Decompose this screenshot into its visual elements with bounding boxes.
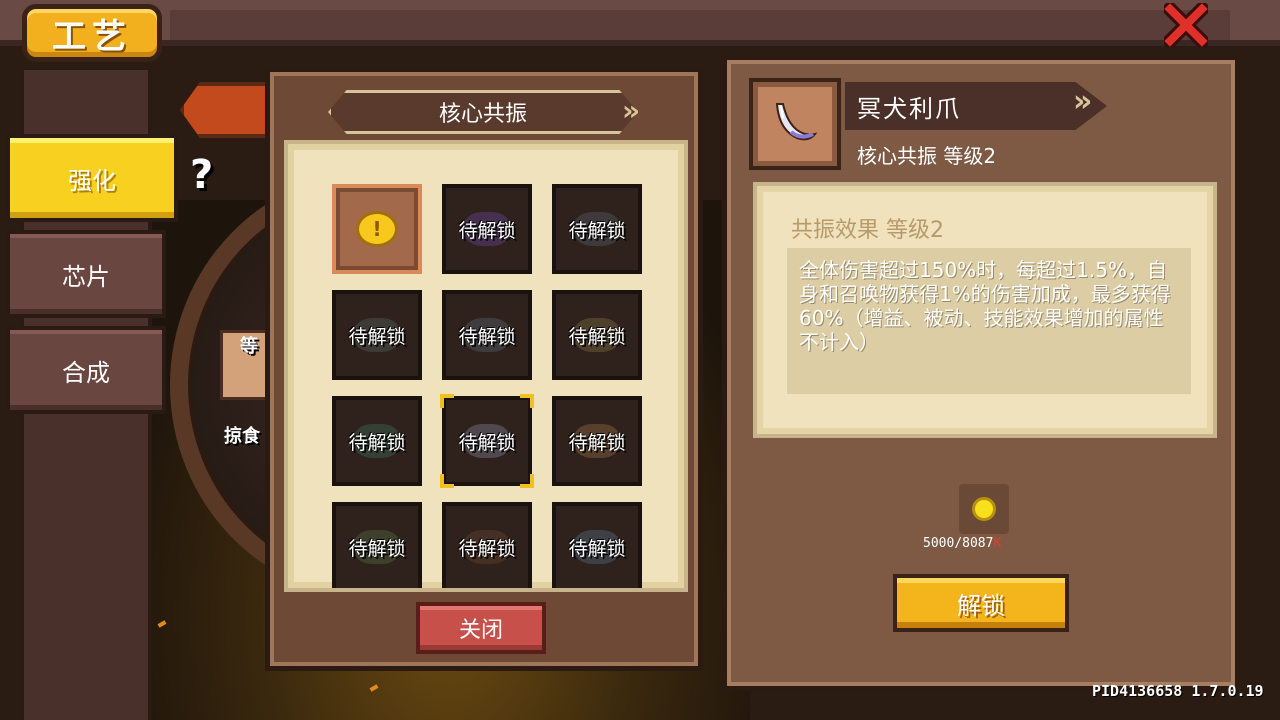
resonance-slot[interactable]: 待解锁 bbox=[332, 290, 422, 380]
cost-current: 5000 bbox=[923, 536, 955, 551]
resonance-slot[interactable]: 待解锁 bbox=[552, 396, 642, 486]
slot-lock-label: 待解锁 bbox=[458, 219, 516, 242]
resonance-slot[interactable]: ! bbox=[332, 184, 422, 274]
slot-lock-label: 待解锁 bbox=[568, 431, 626, 454]
background-card-level-label: 等 bbox=[240, 336, 258, 357]
resonance-slot[interactable]: 待解锁 bbox=[332, 396, 422, 486]
effect-description: 全体伤害超过150%时，每超过1.5%，自身和召唤物获得1%的伤害加成，最多获得… bbox=[799, 258, 1171, 354]
slot-lock-label: 待解锁 bbox=[348, 431, 406, 454]
gold-coin-icon bbox=[972, 497, 996, 521]
header-right-chevron-icon: » bbox=[622, 94, 641, 127]
item-icon-frame bbox=[749, 78, 841, 170]
effect-title: 共振效果 等级2 bbox=[791, 218, 944, 243]
resonance-slot[interactable]: 待解锁 bbox=[552, 184, 642, 274]
item-name-text: 冥犬利爪 bbox=[857, 94, 961, 123]
item-detail-panel: 冥犬利爪 » 核心共振 等级2 共振效果 等级2 全体伤害超过150%时，每超过… bbox=[722, 55, 1240, 691]
tab-chip-label: 芯片 bbox=[62, 262, 110, 291]
slot-lock-label: 待解锁 bbox=[568, 325, 626, 348]
top-bar-inner bbox=[170, 10, 1230, 40]
tab-enhance-label: 强化 bbox=[68, 166, 116, 195]
slot-lock-label: 待解锁 bbox=[458, 325, 516, 348]
slot-lock-label: 待解锁 bbox=[458, 537, 516, 560]
slot-lock-label: 待解锁 bbox=[458, 431, 516, 454]
item-name: 冥犬利爪 bbox=[845, 82, 1107, 130]
help-icon[interactable]: ? bbox=[190, 152, 213, 198]
resonance-slot[interactable]: 待解锁 bbox=[442, 502, 532, 588]
claw-icon bbox=[775, 103, 818, 141]
cost-icon-frame bbox=[959, 484, 1009, 534]
resonance-slot[interactable]: 待解锁 bbox=[442, 184, 532, 274]
cost-required: 8087 bbox=[962, 536, 994, 551]
cost-separator: / bbox=[954, 536, 963, 551]
tab-chip[interactable]: 芯片 bbox=[6, 230, 166, 318]
selection-corner bbox=[440, 474, 454, 488]
page-title: 工艺 bbox=[22, 4, 162, 62]
modal-title: 核心共振 bbox=[328, 90, 638, 134]
selection-corner bbox=[520, 394, 534, 408]
slot-lock-label: 待解锁 bbox=[348, 325, 406, 348]
resonance-slot-grid[interactable]: ! 待解锁 待解锁 待解锁 待解锁 待解锁 待解锁 待解锁 待解锁 待解锁 待解锁 待解锁 bbox=[284, 140, 688, 592]
top-bar bbox=[0, 0, 1280, 46]
resonance-slot[interactable]: 待解锁 bbox=[332, 502, 422, 588]
item-name-chevron-icon: » bbox=[1073, 84, 1093, 119]
cost-readout: 5000/8087K bbox=[923, 536, 1001, 551]
item-subtitle: 核心共振 等级2 bbox=[857, 144, 997, 168]
core-resonance-modal: « 核心共振 » !待解锁待解锁待解锁待解锁待解锁待解锁待解锁待解锁待解锁待解锁… bbox=[265, 67, 703, 671]
tab-enhance[interactable]: 强化 bbox=[6, 134, 178, 222]
version-label: PID4136658 1.7.0.19 bbox=[1092, 682, 1264, 700]
slot-lock-label: 待解锁 bbox=[568, 219, 626, 242]
cost-unit-suffix: K bbox=[993, 536, 1002, 551]
resonance-slot[interactable]: 待解锁 bbox=[440, 394, 534, 488]
modal-close-button[interactable]: 关闭 bbox=[416, 602, 546, 654]
tab-synthesis[interactable]: 合成 bbox=[6, 326, 166, 414]
close-button[interactable] bbox=[1162, 2, 1210, 48]
resonance-slot[interactable]: 待解锁 bbox=[552, 502, 642, 588]
slot-lock-label: 待解锁 bbox=[568, 537, 626, 560]
tab-synthesis-label: 合成 bbox=[62, 358, 110, 387]
modal-close-label: 关闭 bbox=[458, 618, 503, 643]
slot-lock-label: 待解锁 bbox=[348, 537, 406, 560]
selection-corner bbox=[520, 474, 534, 488]
background-card-name-label: 掠食 bbox=[224, 426, 260, 447]
selection-corner bbox=[440, 394, 454, 408]
coin-icon: ! bbox=[356, 211, 398, 247]
close-icon bbox=[1164, 3, 1208, 47]
modal-title-text: 核心共振 bbox=[438, 102, 527, 127]
unlock-button-label: 解锁 bbox=[957, 591, 1005, 620]
resonance-slot[interactable]: 待解锁 bbox=[552, 290, 642, 380]
unlock-button[interactable]: 解锁 bbox=[893, 574, 1069, 632]
resonance-slot[interactable]: 待解锁 bbox=[442, 290, 532, 380]
resonance-effect-box: 共振效果 等级2 全体伤害超过150%时，每超过1.5%，自身和召唤物获得1%的… bbox=[753, 182, 1217, 438]
